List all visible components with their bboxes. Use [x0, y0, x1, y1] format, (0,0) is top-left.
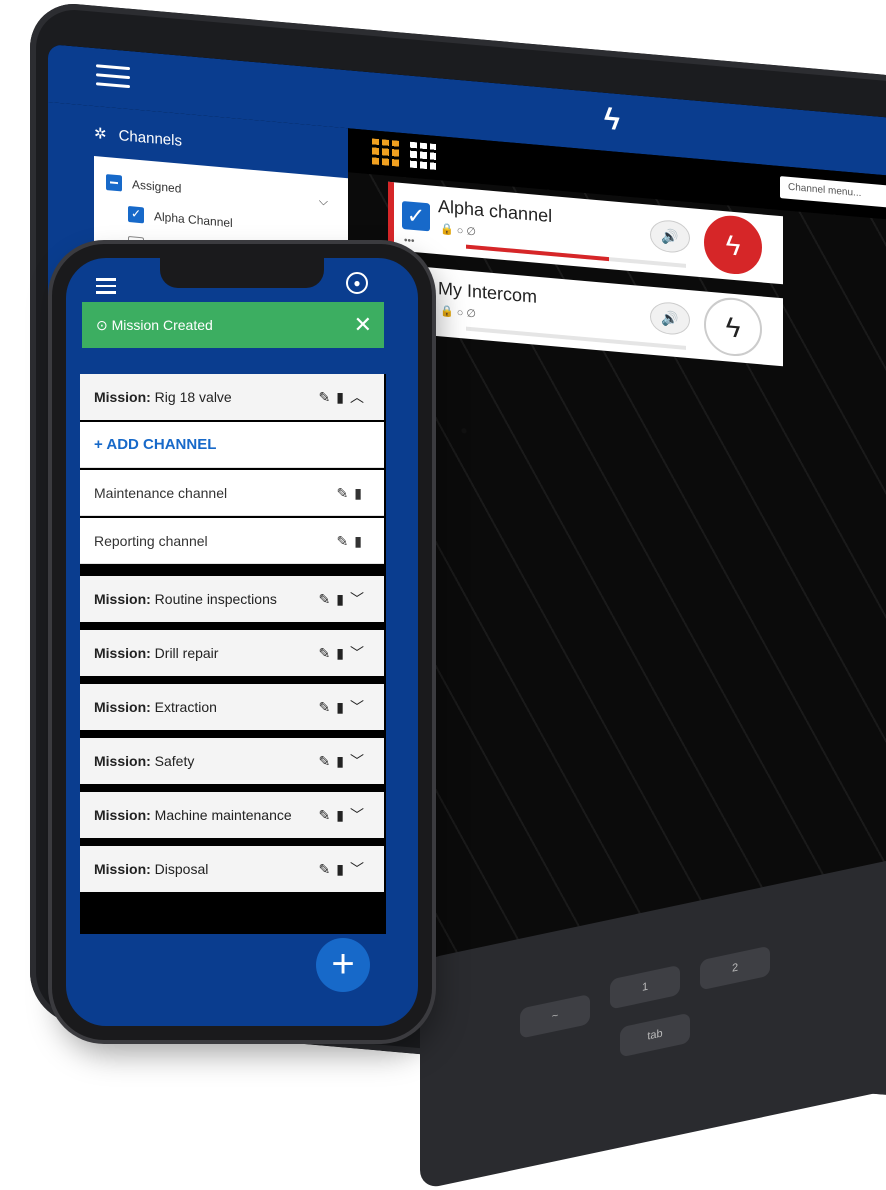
- trash-icon[interactable]: ▮: [336, 591, 350, 607]
- phone-screen: ● ⊙ Mission Created ✕ Mission: Rig 18 va…: [66, 258, 418, 1026]
- trash-icon[interactable]: ▮: [354, 485, 368, 501]
- chevron-down-icon[interactable]: ⌵: [319, 193, 328, 209]
- group-label: Assigned: [132, 177, 182, 196]
- mission-actions: ✎▮︿: [319, 374, 370, 420]
- mission-name: Drill repair: [154, 645, 219, 661]
- mission-actions: ✎▮﹀: [319, 792, 370, 838]
- chevron-down-icon[interactable]: ﹀: [350, 699, 370, 715]
- pencil-icon[interactable]: ✎: [319, 591, 337, 607]
- trash-icon[interactable]: ▮: [336, 389, 350, 405]
- more-icon[interactable]: •••: [404, 235, 415, 247]
- toast-text: Mission Created: [111, 317, 213, 333]
- trash-icon[interactable]: ▮: [336, 645, 350, 661]
- group-checkbox[interactable]: [106, 174, 122, 192]
- close-icon[interactable]: ✕: [354, 302, 372, 348]
- trash-icon[interactable]: ▮: [336, 699, 350, 715]
- check-circle-icon: ⊙: [96, 317, 108, 333]
- mission-prefix: Mission:: [94, 699, 151, 715]
- mission-name: Safety: [154, 753, 195, 769]
- pencil-icon[interactable]: ✎: [319, 807, 337, 823]
- mission-prefix: Mission:: [94, 591, 151, 607]
- list-view-icon[interactable]: [410, 141, 436, 170]
- channel-status-icons: 🔒○∅: [440, 305, 479, 321]
- mission-row[interactable]: Mission: Routine inspections ✎▮﹀: [80, 576, 384, 622]
- trash-icon[interactable]: ▮: [354, 533, 368, 549]
- list-item[interactable]: Reporting channel ✎▮: [80, 518, 384, 564]
- channel-name: Maintenance channel: [94, 485, 228, 501]
- sidebar-title: Channels: [118, 126, 182, 150]
- mission-prefix: Mission:: [94, 645, 151, 661]
- grid-view-icon[interactable]: [372, 138, 402, 167]
- logo-icon: ϟ: [604, 102, 620, 138]
- channel-title: My Intercom: [438, 278, 538, 307]
- mission-actions: ✎▮﹀: [319, 576, 370, 622]
- mission-name: Rig 18 valve: [154, 389, 232, 405]
- mission-row-expanded[interactable]: Mission: Rig 18 valve ✎▮︿: [80, 374, 384, 420]
- chevron-down-icon[interactable]: ﹀: [350, 591, 370, 607]
- key[interactable]: 2: [700, 945, 770, 991]
- mission-prefix: Mission:: [94, 753, 151, 769]
- list-item[interactable]: Maintenance channel ✎▮: [80, 470, 384, 516]
- speaker-icon[interactable]: 🔊: [650, 300, 690, 337]
- pencil-icon[interactable]: ✎: [319, 753, 337, 769]
- pencil-icon[interactable]: ✎: [337, 485, 355, 501]
- mission-row[interactable]: Mission: Machine maintenance ✎▮﹀: [80, 792, 384, 838]
- hamburger-menu-icon[interactable]: [96, 278, 116, 298]
- channel-menu-input[interactable]: Channel menu...: [780, 176, 886, 213]
- phone-frame: ● ⊙ Mission Created ✕ Mission: Rig 18 va…: [52, 244, 432, 1040]
- mission-name: Routine inspections: [154, 591, 277, 607]
- chevron-down-icon[interactable]: ﹀: [350, 645, 370, 661]
- mission-actions: ✎▮﹀: [319, 684, 370, 730]
- phone-notch: [160, 258, 324, 288]
- trash-icon[interactable]: ▮: [336, 861, 350, 877]
- key[interactable]: ~: [520, 993, 590, 1039]
- pencil-icon[interactable]: ✎: [319, 389, 337, 405]
- mission-actions: ✎▮﹀: [319, 630, 370, 676]
- mission-prefix: Mission:: [94, 389, 151, 405]
- mission-actions: ✎▮﹀: [319, 738, 370, 784]
- checkbox-alpha[interactable]: ✓: [128, 205, 144, 224]
- channel-checkbox[interactable]: ✓: [402, 200, 430, 232]
- channel-actions: ✎▮: [337, 518, 368, 564]
- chevron-up-icon[interactable]: ︿: [350, 389, 370, 405]
- mission-name: Disposal: [154, 861, 209, 877]
- channel-actions: ✎▮: [337, 470, 368, 516]
- mission-row[interactable]: Mission: Disposal ✎▮﹀: [80, 846, 384, 892]
- sidebar-header: ✲ Channels: [94, 124, 182, 150]
- channel-title: Alpha channel: [438, 196, 553, 227]
- talk-bolt-button[interactable]: ϟ: [704, 295, 762, 359]
- chevron-down-icon[interactable]: ﹀: [350, 861, 370, 877]
- key[interactable]: tab: [620, 1012, 690, 1058]
- trash-icon[interactable]: ▮: [336, 753, 350, 769]
- pencil-icon[interactable]: ✎: [319, 699, 337, 715]
- channels-icon: ✲: [94, 125, 107, 144]
- mission-name: Extraction: [154, 699, 217, 715]
- pencil-icon[interactable]: ✎: [319, 645, 337, 661]
- mission-row[interactable]: Mission: Extraction ✎▮﹀: [80, 684, 384, 730]
- chevron-down-icon[interactable]: ﹀: [350, 807, 370, 823]
- sidebar-item-label: Alpha Channel: [154, 209, 233, 231]
- mission-row[interactable]: Mission: Drill repair ✎▮﹀: [80, 630, 384, 676]
- key[interactable]: 1: [610, 964, 680, 1010]
- talk-bolt-button[interactable]: ϟ: [704, 213, 762, 277]
- mission-prefix: Mission:: [94, 807, 151, 823]
- pencil-icon[interactable]: ✎: [319, 861, 337, 877]
- add-channel-button[interactable]: + ADD CHANNEL: [80, 422, 384, 468]
- mission-list: Mission: Rig 18 valve ✎▮︿ + ADD CHANNEL …: [80, 374, 386, 934]
- chevron-down-icon[interactable]: ﹀: [350, 753, 370, 769]
- hamburger-menu-icon[interactable]: [96, 64, 130, 89]
- add-mission-button[interactable]: +: [316, 938, 370, 992]
- pencil-icon[interactable]: ✎: [337, 533, 355, 549]
- toast-notification: ⊙ Mission Created ✕: [82, 302, 384, 348]
- mission-row[interactable]: Mission: Safety ✎▮﹀: [80, 738, 384, 784]
- speaker-icon[interactable]: 🔊: [650, 218, 690, 255]
- mission-actions: ✎▮﹀: [319, 846, 370, 892]
- mission-prefix: Mission:: [94, 861, 151, 877]
- channel-name: Reporting channel: [94, 533, 208, 549]
- user-icon[interactable]: ●: [346, 272, 368, 294]
- mission-name: Machine maintenance: [154, 807, 292, 823]
- channel-status-icons: 🔒○∅: [440, 223, 479, 239]
- trash-icon[interactable]: ▮: [336, 807, 350, 823]
